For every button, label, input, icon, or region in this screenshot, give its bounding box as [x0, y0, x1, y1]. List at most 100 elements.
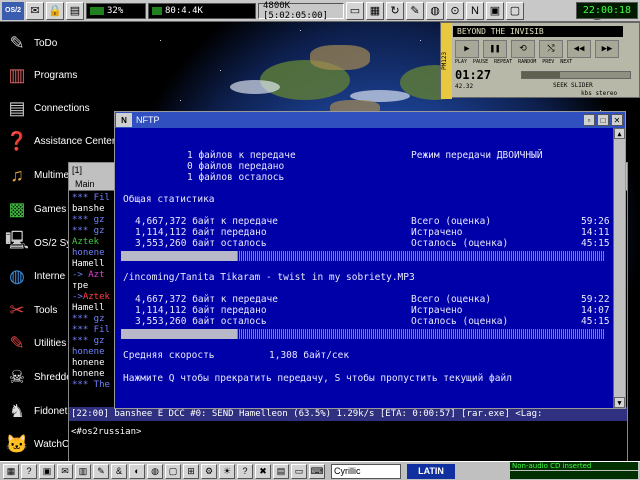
window-list-icon[interactable]: ▦: [366, 1, 384, 20]
desktop-icon-label: Connections: [34, 102, 90, 114]
network-icon[interactable]: ⊙: [446, 1, 464, 20]
globe-icon[interactable]: ◍: [147, 463, 163, 479]
chart-icon[interactable]: ▥: [75, 463, 91, 479]
nftp-scrollbar[interactable]: ▲ ▼: [613, 128, 625, 408]
grid-icon[interactable]: ▦: [3, 463, 19, 479]
drive-icon[interactable]: ▭: [346, 1, 364, 20]
globe-icon[interactable]: ◍: [426, 1, 444, 20]
desktop-icon-utilities[interactable]: ✎ Utilities: [4, 328, 66, 358]
shredder-icon: ☠: [8, 366, 26, 387]
palette-icon[interactable]: ◐: [129, 463, 145, 479]
file-elapsed-time: 14:07: [581, 305, 610, 316]
irc-line-text: gz: [88, 215, 105, 225]
document-icon[interactable]: ▤: [273, 463, 289, 479]
irc-line-text: Fil: [88, 193, 110, 203]
control-label: PAUSE: [473, 59, 489, 65]
desktop-icon-watchcat[interactable]: 🐱 WatchCat: [4, 429, 78, 459]
desktop-icon-fidonet[interactable]: ♞ Fidonet: [4, 396, 67, 426]
mail-icon[interactable]: ✉: [57, 463, 73, 479]
nftp-icon[interactable]: N: [466, 1, 484, 20]
irc-line-text: тре: [72, 281, 89, 291]
overall-left-time: 45:15: [581, 238, 610, 249]
nftp-title: NFTP: [136, 115, 160, 125]
desktop-icon-shredder[interactable]: ☠ Shredde: [4, 362, 72, 392]
scroll-up-icon[interactable]: ▲: [614, 128, 625, 139]
terminal-icon[interactable]: ▣: [39, 463, 55, 479]
nftp-titlebar[interactable]: N NFTP ▫ □ ✕: [115, 112, 625, 128]
desktop-icon-games[interactable]: ▩ Games: [4, 194, 66, 224]
irc-line-text: honene: [72, 369, 105, 379]
monitor-icon[interactable]: ▢: [506, 1, 524, 20]
desktop-icon-label: Tools: [34, 304, 58, 316]
folder-icon[interactable]: ▤: [66, 1, 84, 20]
watchcat-icon: 🐱: [5, 433, 29, 454]
refresh-icon[interactable]: ↻: [386, 1, 404, 20]
network-icon[interactable]: ⊞: [183, 463, 199, 479]
irc-line-prefix: ***: [72, 336, 89, 346]
file-left-time: 45:15: [581, 316, 610, 327]
file-progress-fill: [121, 329, 238, 339]
irc-line-text: honene: [72, 358, 105, 368]
irc-line-text: Azt: [82, 270, 105, 280]
nftp-system-icon[interactable]: N: [116, 113, 132, 127]
desktop-icon-tools[interactable]: ✂ Tools: [4, 295, 57, 325]
latin-button[interactable]: LATIN: [407, 463, 455, 479]
desktop-icon-label: ToDo: [34, 37, 58, 49]
settings-icon[interactable]: ⚙: [201, 463, 217, 479]
cpu-meter: 32%: [86, 2, 146, 19]
paint-icon[interactable]: ✎: [406, 1, 424, 20]
utilities-icon: ✎: [9, 332, 25, 353]
shell-icon[interactable]: ▣: [486, 1, 504, 20]
window-icon[interactable]: ▢: [165, 463, 181, 479]
play-button[interactable]: ▶: [455, 40, 479, 58]
keyboard-icon[interactable]: ⌨: [309, 463, 325, 479]
random-button[interactable]: ⤭: [539, 40, 563, 58]
cd-status: Non-audio CD inserted: [510, 462, 638, 470]
os2-logo-icon[interactable]: OS/2: [2, 1, 24, 20]
file-progress-bar: [121, 329, 605, 339]
help-icon[interactable]: ?: [237, 463, 253, 479]
control-label: RANDOM: [518, 59, 537, 65]
next-button[interactable]: ▶▶: [595, 40, 619, 58]
desktop-icon-os2-system[interactable]: 🖳 OS/2 Sy: [4, 228, 71, 258]
maximize-button[interactable]: □: [597, 114, 609, 126]
desktop-icon-todo[interactable]: ✎ ToDo: [4, 28, 57, 58]
repeat-button[interactable]: ⟲: [511, 40, 535, 58]
prev-button[interactable]: ◀◀: [567, 40, 591, 58]
overall-total-time: 59:26: [581, 216, 610, 227]
scroll-down-icon[interactable]: ▼: [614, 397, 625, 408]
player-subtime: 42.32: [455, 83, 474, 90]
desktop-icon-multimedia[interactable]: ♫ Multime: [4, 160, 69, 190]
stop-icon[interactable]: ✖: [255, 463, 271, 479]
menu-item-main[interactable]: Main: [75, 179, 95, 189]
desktop-icon-programs[interactable]: ▥ Programs: [4, 60, 77, 90]
help-icon[interactable]: ?: [21, 463, 37, 479]
sun-icon[interactable]: ☀: [219, 463, 235, 479]
irc-status-line: [22:00] banshee E DCC #0: SEND Hamelleon…: [69, 407, 627, 421]
irc-line-prefix: ***: [72, 325, 89, 335]
ampersand-icon[interactable]: &: [111, 463, 127, 479]
folder-icon[interactable]: ▭: [291, 463, 307, 479]
desktop-icon-label: Shredde: [34, 371, 72, 383]
file-elapsed-label: Истрачено: [411, 305, 463, 316]
irc-line-text: Hamell: [72, 303, 105, 313]
desktop-icon-assistance-center[interactable]: ❓ Assistance Center: [4, 126, 115, 156]
close-button[interactable]: ✕: [611, 114, 623, 126]
desktop-icon-connections[interactable]: ▤ Connections: [4, 93, 90, 123]
pause-button[interactable]: ❚❚: [483, 40, 507, 58]
minimize-button[interactable]: ▫: [583, 114, 595, 126]
irc-line-text: gz: [88, 226, 105, 236]
lock-icon[interactable]: 🔒: [46, 1, 64, 20]
irc-line-text: The: [88, 380, 110, 390]
envelope-icon[interactable]: ✉: [26, 1, 44, 20]
seek-slider[interactable]: [521, 71, 631, 79]
cpu-meter-bar: [90, 6, 104, 15]
irc-line-text: Aztek: [82, 292, 110, 302]
editor-icon[interactable]: ✎: [93, 463, 109, 479]
overall-elapsed-time: 14:11: [581, 227, 610, 238]
file-total-time: 59:22: [581, 294, 610, 305]
irc-input-line[interactable]: <#os2russian>: [69, 425, 627, 439]
control-label: PLAY: [455, 59, 468, 65]
desktop-icon-internet[interactable]: ◍ Interne: [4, 261, 65, 291]
language-select[interactable]: Cyrillic: [331, 463, 401, 479]
